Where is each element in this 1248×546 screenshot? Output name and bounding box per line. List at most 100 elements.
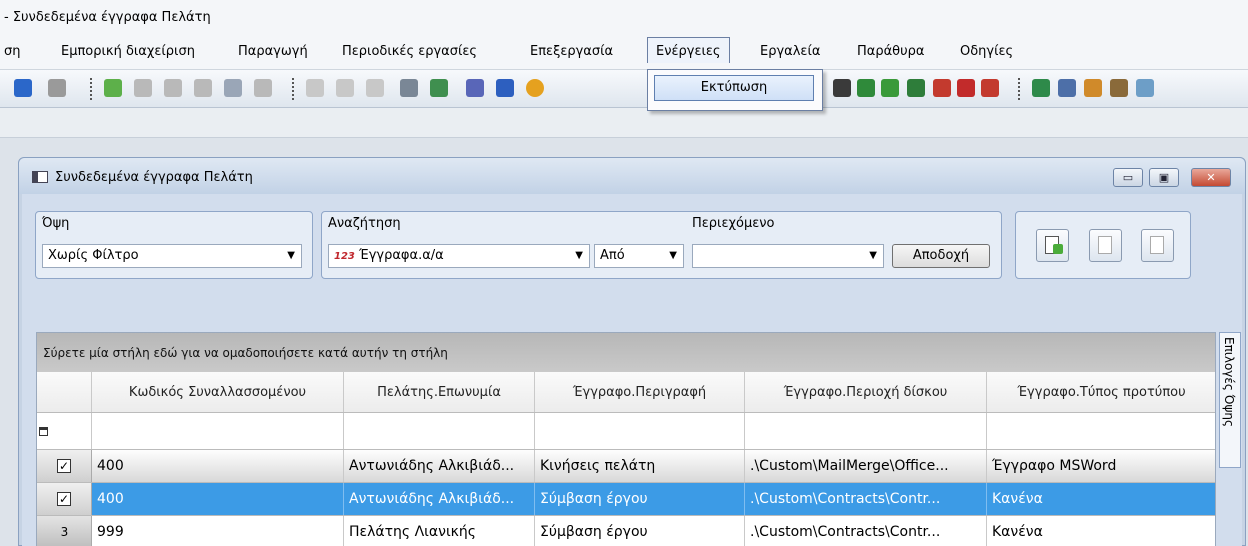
search-field-select[interactable]: 123 Έγγραφα.α/α ▼ — [328, 244, 590, 268]
child-window-title: Συνδεδεμένα έγγραφα Πελάτη — [55, 170, 253, 185]
view-group: Όψη Χωρίς Φίλτρο ▼ — [35, 211, 313, 279]
toolbar-separator — [292, 78, 294, 100]
numeric-field-icon: 123 — [334, 251, 355, 262]
child-window-body: Όψη Χωρίς Φίλτρο ▼ Αναζήτηση Περιεχόμενο… — [22, 194, 1242, 546]
group-by-area[interactable]: Σύρετε μία στήλη εδώ για να ομαδοποιήσετ… — [37, 333, 1215, 372]
remove-document-button[interactable] — [1141, 229, 1174, 262]
delete-icon[interactable] — [164, 79, 182, 97]
filter-cell[interactable] — [987, 413, 1215, 449]
view-select[interactable]: Χωρίς Φίλτρο ▼ — [42, 244, 302, 268]
chart-a-icon[interactable] — [933, 79, 951, 97]
paste-icon[interactable] — [366, 79, 384, 97]
row-checkbox[interactable]: ✓ — [57, 492, 71, 506]
exit-icon[interactable] — [526, 79, 544, 97]
content-select[interactable]: ▼ — [692, 244, 884, 268]
view-select-value: Χωρίς Φίλτρο — [48, 248, 139, 263]
mdi-band — [0, 108, 1248, 138]
wizard-icon[interactable] — [466, 79, 484, 97]
column-header[interactable]: Κωδικός Συναλλασσομένου — [92, 372, 344, 412]
tool-f-icon[interactable] — [1084, 79, 1102, 97]
menu-item-commercial[interactable]: Εμπορική διαχείριση — [61, 44, 195, 59]
copy-icon[interactable] — [336, 79, 354, 97]
sql-icon[interactable] — [1058, 79, 1076, 97]
link-icon[interactable] — [48, 79, 66, 97]
app-title-bar: - Συνδεδεμένα έγγραφα Πελάτη — [0, 0, 1248, 32]
filter-icon-cell[interactable] — [37, 413, 92, 449]
table-row[interactable]: ✓ 400 Αντωνιάδης Αλκιβιάδ... Σύμβαση έργ… — [37, 483, 1215, 516]
chevron-down-icon: ▼ — [669, 250, 677, 261]
column-header[interactable]: Έγγραφο.Περιγραφή — [535, 372, 745, 412]
nav-last-icon[interactable] — [14, 79, 32, 97]
menu-bar: ση Εμπορική διαχείριση Παραγωγή Περιοδικ… — [0, 32, 1248, 70]
row-checkbox[interactable]: ✓ — [57, 459, 71, 473]
tool-d-icon[interactable] — [907, 79, 925, 97]
report-icon[interactable] — [430, 79, 448, 97]
cell-description: Σύμβαση έργου — [535, 483, 745, 515]
close-button[interactable]: ✕ — [1191, 168, 1231, 187]
cell-template-type: Έγγραφο MSWord — [987, 450, 1215, 482]
group-by-hint: Σύρετε μία στήλη εδώ για να ομαδοποιήσετ… — [43, 346, 448, 360]
filter-cell[interactable] — [745, 413, 987, 449]
filter-cell[interactable] — [344, 413, 535, 449]
actions-dropdown: Εκτύπωση — [647, 69, 823, 111]
table-row[interactable]: 3 999 Πελάτης Λιανικής Σύμβαση έργου .\C… — [37, 516, 1215, 546]
minimize-button[interactable]: ▭ — [1113, 168, 1143, 187]
menu-item-edit[interactable]: Επεξεργασία — [530, 44, 613, 59]
main-toolbar — [0, 70, 1248, 108]
menu-item-partial[interactable]: ση — [4, 44, 20, 59]
tool-g-icon[interactable] — [1110, 79, 1128, 97]
chevron-down-icon: ▼ — [869, 250, 877, 261]
grid-header-row: Κωδικός Συναλλασσομένου Πελάτης.Επωνυμία… — [37, 372, 1215, 413]
menu-item-help[interactable]: Οδηγίες — [960, 44, 1013, 59]
edit-document-button[interactable] — [1089, 229, 1122, 262]
help-context-icon[interactable] — [496, 79, 514, 97]
row-number: 3 — [60, 525, 69, 539]
copy-record-icon[interactable] — [224, 79, 242, 97]
refresh-icon[interactable] — [194, 79, 212, 97]
row-selector[interactable]: ✓ — [37, 450, 92, 482]
tool-h-icon[interactable] — [1136, 79, 1154, 97]
toolbar-separator — [1018, 78, 1020, 100]
menu-print[interactable]: Εκτύπωση — [654, 75, 814, 101]
operator-select[interactable]: Από ▼ — [594, 244, 684, 268]
add-document-button[interactable] — [1036, 229, 1069, 262]
content-label: Περιεχόμενο — [692, 216, 775, 231]
menu-item-production[interactable]: Παραγωγή — [238, 44, 308, 59]
column-header[interactable]: Έγγραφο.Περιοχή δίσκου — [745, 372, 987, 412]
cut-icon[interactable] — [306, 79, 324, 97]
column-header[interactable]: Έγγραφο.Τύπος προτύπου — [987, 372, 1215, 412]
cell-description: Σύμβαση έργου — [535, 516, 745, 546]
edit-document-icon — [1098, 236, 1112, 254]
row-selector[interactable]: 3 — [37, 516, 92, 546]
tool-e-icon[interactable] — [1032, 79, 1050, 97]
view-options-tab[interactable]: Επιλογές Όψης — [1219, 332, 1241, 468]
tool-b-icon[interactable] — [857, 79, 875, 97]
restore-button[interactable]: ▣ — [1149, 168, 1179, 187]
table-row[interactable]: ✓ 400 Αντωνιάδης Αλκιβιάδ... Κινήσεις πε… — [37, 450, 1215, 483]
save-icon[interactable] — [254, 79, 272, 97]
child-window-titlebar[interactable]: Συνδεδεμένα έγγραφα Πελάτη ▭ ▣ ✕ — [19, 158, 1245, 194]
new-icon[interactable] — [104, 79, 122, 97]
tool-a-icon[interactable] — [833, 79, 851, 97]
cell-customer: Πελάτης Λιανικής — [344, 516, 535, 546]
row-selector[interactable]: ✓ — [37, 483, 92, 515]
app-title: - Συνδεδεμένα έγγραφα Πελάτη — [4, 10, 211, 25]
record-actions-group — [1015, 211, 1191, 279]
filter-cell[interactable] — [92, 413, 344, 449]
view-label: Όψη — [42, 216, 70, 231]
edit-icon[interactable] — [134, 79, 152, 97]
menu-item-actions[interactable]: Ενέργειες — [647, 37, 730, 63]
menu-item-tools[interactable]: Εργαλεία — [760, 44, 820, 59]
menu-item-windows[interactable]: Παράθυρα — [857, 44, 924, 59]
documents-grid: Σύρετε μία στήλη εδώ για να ομαδοποιήσετ… — [36, 332, 1216, 546]
cell-template-type: Κανένα — [987, 483, 1215, 515]
chart-c-icon[interactable] — [981, 79, 999, 97]
column-header[interactable]: Πελάτης.Επωνυμία — [344, 372, 535, 412]
chart-b-icon[interactable] — [957, 79, 975, 97]
print-icon[interactable] — [400, 79, 418, 97]
menu-item-periodic[interactable]: Περιοδικές εργασίες — [342, 44, 477, 59]
tool-c-icon[interactable] — [881, 79, 899, 97]
view-options-label: Επιλογές Όψης — [1222, 337, 1236, 428]
accept-button[interactable]: Αποδοχή — [892, 244, 990, 268]
filter-cell[interactable] — [535, 413, 745, 449]
